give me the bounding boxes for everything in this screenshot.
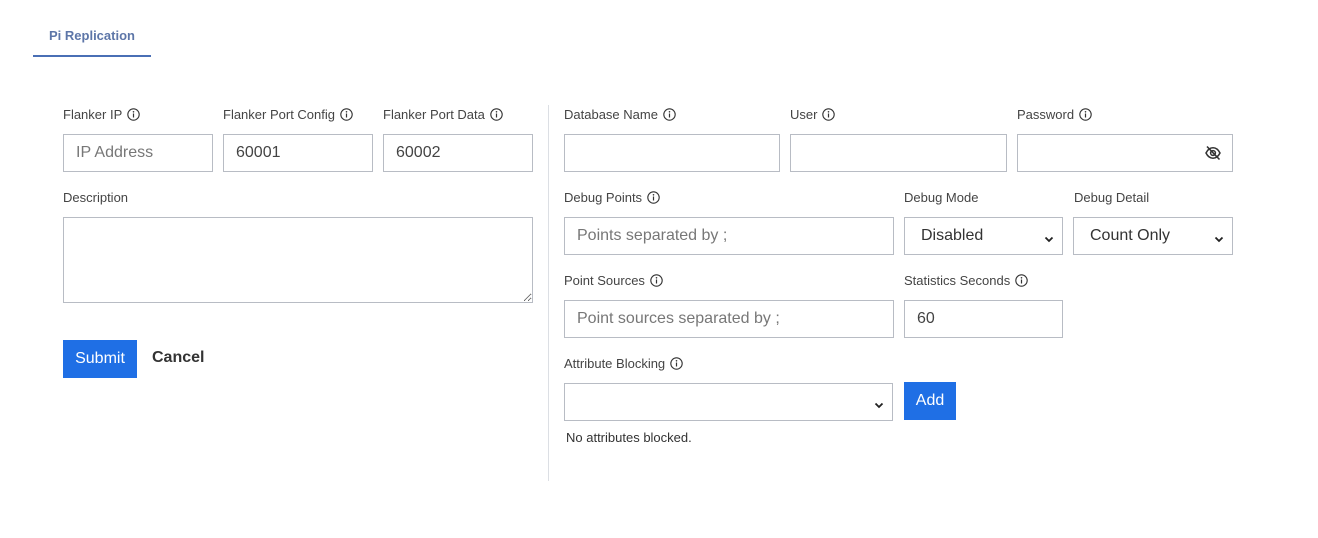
attribute-blocking-status: No attributes blocked. bbox=[566, 430, 692, 445]
debug-points-label: Debug Points bbox=[564, 189, 660, 205]
point-sources-label: Point Sources bbox=[564, 272, 663, 288]
description-label-text: Description bbox=[63, 189, 129, 205]
flanker-ip-label: Flanker IP bbox=[63, 106, 140, 122]
debug-points-label-text: Debug Points bbox=[564, 189, 643, 205]
debug-detail-value: Count Only bbox=[1090, 227, 1171, 244]
column-divider bbox=[548, 105, 549, 481]
description-label: Description bbox=[63, 189, 128, 205]
info-icon[interactable] bbox=[490, 107, 503, 121]
chevron-down-icon bbox=[1044, 231, 1054, 243]
database-name-label: Database Name bbox=[564, 106, 676, 122]
tab-pi-replication[interactable]: Pi Replication bbox=[33, 24, 151, 57]
password-input[interactable] bbox=[1017, 134, 1233, 172]
user-input[interactable] bbox=[790, 134, 1007, 172]
attribute-blocking-label: Attribute Blocking bbox=[564, 355, 683, 371]
user-label-text: User bbox=[790, 106, 818, 122]
flanker-ip-input[interactable] bbox=[63, 134, 213, 172]
chevron-down-icon bbox=[1214, 231, 1224, 243]
eye-off-icon[interactable] bbox=[1204, 144, 1222, 162]
point-sources-label-text: Point Sources bbox=[564, 272, 645, 288]
user-label: User bbox=[790, 106, 836, 122]
submit-button[interactable]: Submit bbox=[63, 340, 137, 378]
statistics-seconds-input[interactable] bbox=[904, 300, 1063, 338]
info-icon[interactable] bbox=[822, 107, 836, 121]
statistics-seconds-label: Statistics Seconds bbox=[904, 272, 1028, 288]
add-button[interactable]: Add bbox=[904, 382, 956, 420]
debug-detail-label: Debug Detail bbox=[1074, 189, 1149, 205]
point-sources-input[interactable] bbox=[564, 300, 894, 338]
flanker-port-config-label-text: Flanker Port Config bbox=[223, 106, 335, 122]
debug-mode-label-text: Debug Mode bbox=[904, 189, 979, 205]
debug-mode-value: Disabled bbox=[921, 227, 984, 244]
debug-detail-select[interactable]: Count Only bbox=[1073, 217, 1233, 255]
flanker-port-config-label: Flanker Port Config bbox=[223, 106, 353, 122]
info-icon[interactable] bbox=[647, 190, 660, 204]
info-icon[interactable] bbox=[650, 273, 663, 287]
database-name-input[interactable] bbox=[564, 134, 780, 172]
info-icon[interactable] bbox=[127, 107, 140, 121]
info-icon[interactable] bbox=[670, 356, 683, 370]
debug-detail-label-text: Debug Detail bbox=[1074, 189, 1150, 205]
chevron-down-icon bbox=[874, 397, 884, 409]
password-label-text: Password bbox=[1017, 106, 1075, 122]
statistics-seconds-label-text: Statistics Seconds bbox=[904, 272, 1011, 288]
description-textarea[interactable] bbox=[63, 217, 533, 303]
debug-mode-label: Debug Mode bbox=[904, 189, 978, 205]
info-icon[interactable] bbox=[1079, 107, 1092, 121]
attribute-blocking-label-text: Attribute Blocking bbox=[564, 355, 666, 371]
debug-points-input[interactable] bbox=[564, 217, 894, 255]
password-label: Password bbox=[1017, 106, 1092, 122]
cancel-button[interactable]: Cancel bbox=[152, 349, 204, 367]
flanker-ip-label-text: Flanker IP bbox=[63, 106, 123, 122]
database-name-label-text: Database Name bbox=[564, 106, 658, 122]
debug-mode-select[interactable]: Disabled bbox=[904, 217, 1063, 255]
flanker-port-config-input[interactable] bbox=[223, 134, 373, 172]
flanker-port-data-label: Flanker Port Data bbox=[383, 106, 503, 122]
info-icon[interactable] bbox=[663, 107, 676, 121]
flanker-port-data-input[interactable] bbox=[383, 134, 533, 172]
attribute-blocking-select[interactable] bbox=[564, 383, 893, 421]
flanker-port-data-label-text: Flanker Port Data bbox=[383, 106, 485, 122]
tab-label: Pi Replication bbox=[49, 28, 135, 43]
info-icon[interactable] bbox=[340, 107, 353, 121]
info-icon[interactable] bbox=[1015, 273, 1028, 287]
